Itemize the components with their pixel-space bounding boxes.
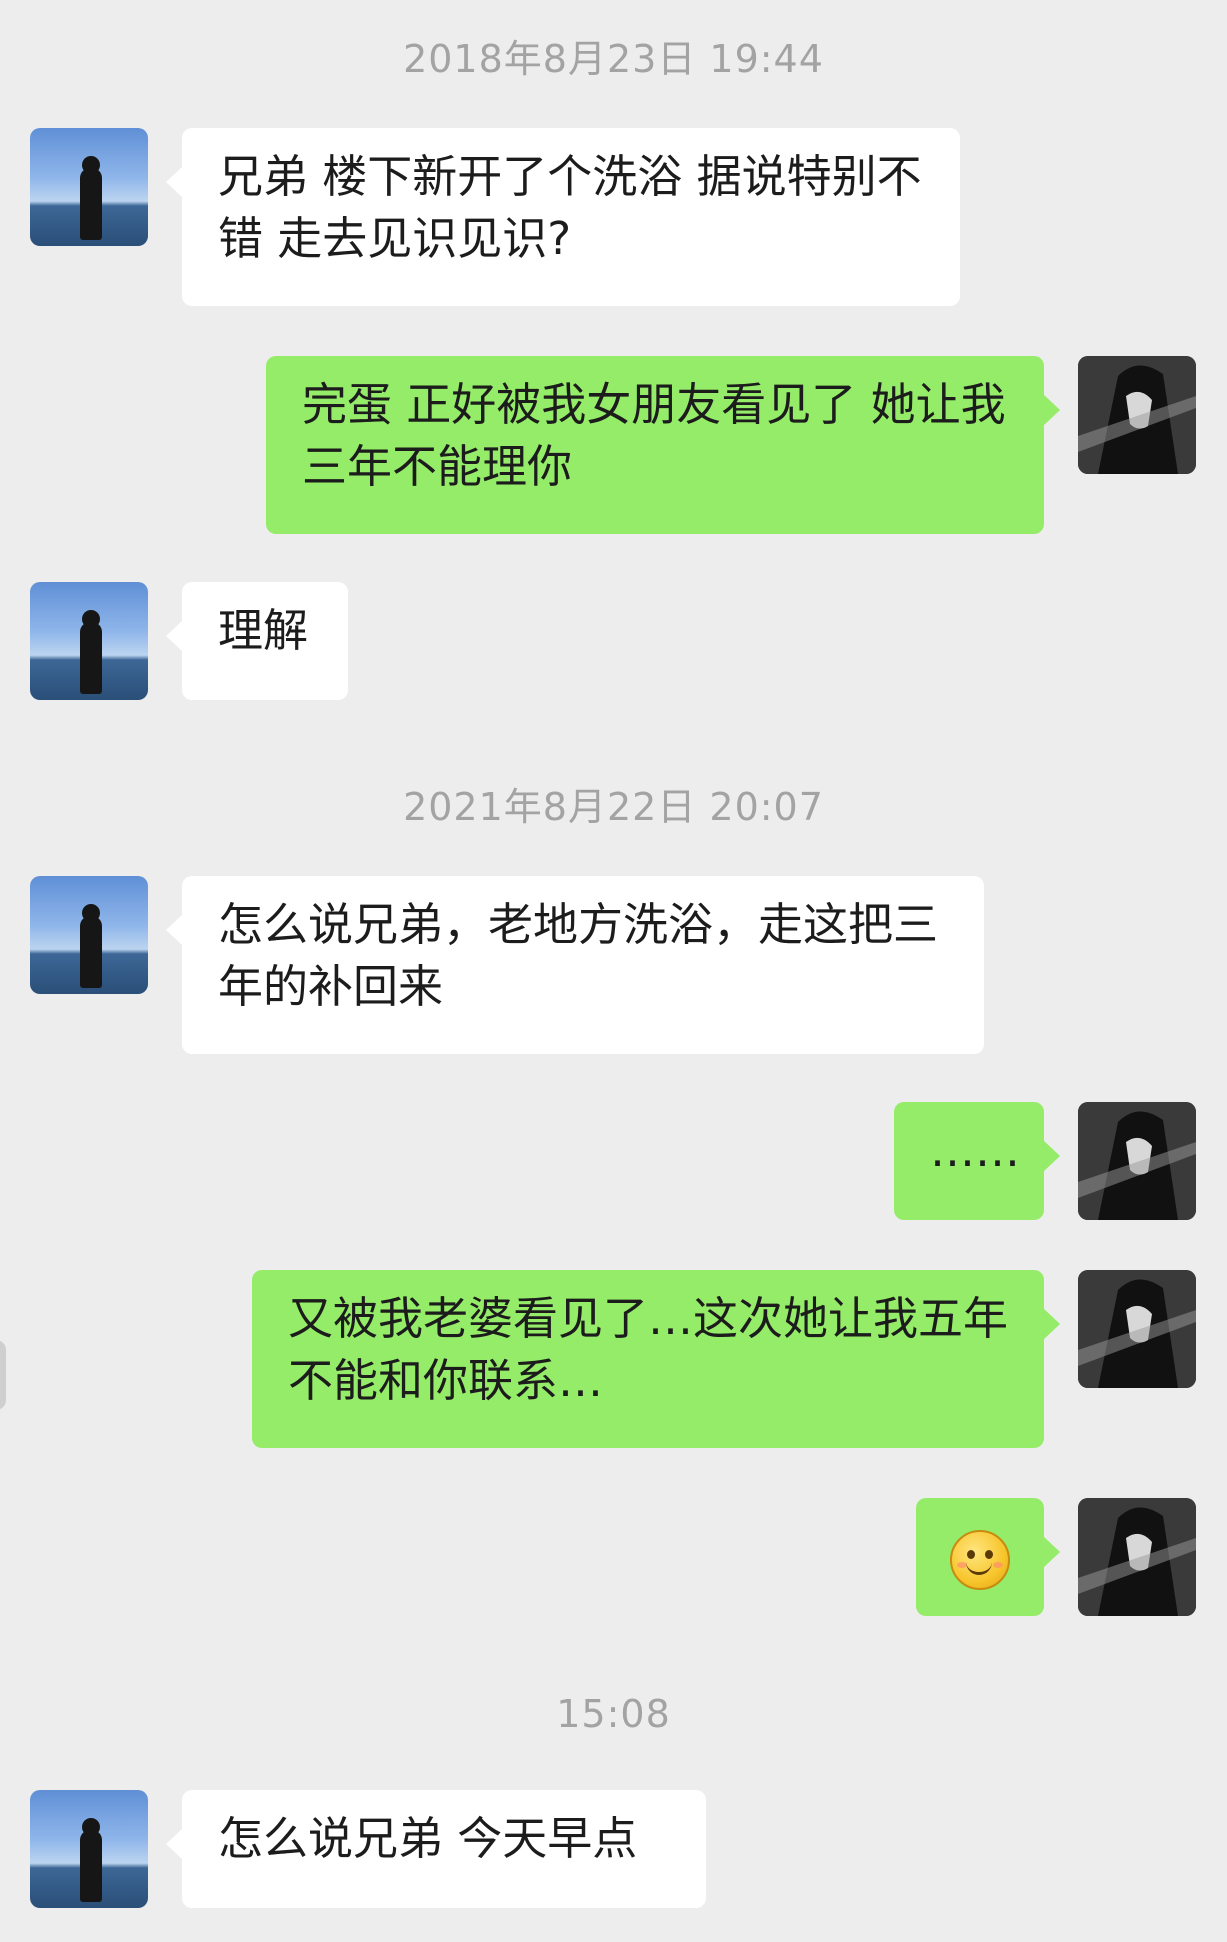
my-emoji-bubble[interactable] bbox=[916, 1498, 1060, 1616]
message-text: 完蛋 正好被我女朋友看见了 她让我三年不能理你 bbox=[302, 378, 1006, 493]
chat-timestamp: 2018年8月23日 19:44 bbox=[403, 37, 824, 81]
friend-message-bubble[interactable]: 怎么说兄弟，老地方洗浴，走这把三年的补回来 bbox=[166, 876, 984, 1054]
my-avatar[interactable] bbox=[1078, 1102, 1196, 1220]
friend-message-bubble[interactable]: 理解 bbox=[166, 582, 348, 700]
message-text: 理解 bbox=[218, 604, 309, 657]
friend-avatar[interactable] bbox=[30, 582, 148, 700]
message-text: 兄弟 楼下新开了个洗浴 据说特别不错 走去见识见识? bbox=[218, 150, 922, 265]
friend-message-bubble[interactable]: 兄弟 楼下新开了个洗浴 据说特别不错 走去见识见识? bbox=[166, 128, 960, 306]
message-text: 又被我老婆看见了…这次她让我五年不能和你联系… bbox=[288, 1292, 1009, 1407]
smile-emoji-icon bbox=[950, 1530, 1010, 1590]
my-avatar[interactable] bbox=[1078, 1498, 1196, 1616]
friend-message-bubble[interactable]: 怎么说兄弟 今天早点 bbox=[166, 1790, 706, 1908]
friend-avatar[interactable] bbox=[30, 876, 148, 994]
message-text: …… bbox=[930, 1124, 1020, 1177]
chat-timestamp: 15:08 bbox=[556, 1692, 671, 1736]
message-text: 怎么说兄弟，老地方洗浴，走这把三年的补回来 bbox=[218, 898, 939, 1013]
friend-avatar[interactable] bbox=[30, 1790, 148, 1908]
my-avatar[interactable] bbox=[1078, 356, 1196, 474]
my-message-bubble[interactable]: 完蛋 正好被我女朋友看见了 她让我三年不能理你 bbox=[266, 356, 1060, 534]
scroll-indicator bbox=[0, 1340, 6, 1410]
message-text: 怎么说兄弟 今天早点 bbox=[218, 1812, 638, 1865]
chat-timestamp: 2021年8月22日 20:07 bbox=[403, 785, 824, 829]
my-message-bubble[interactable]: …… bbox=[894, 1102, 1060, 1220]
friend-avatar[interactable] bbox=[30, 128, 148, 246]
my-message-bubble[interactable]: 又被我老婆看见了…这次她让我五年不能和你联系… bbox=[252, 1270, 1060, 1448]
my-avatar[interactable] bbox=[1078, 1270, 1196, 1388]
